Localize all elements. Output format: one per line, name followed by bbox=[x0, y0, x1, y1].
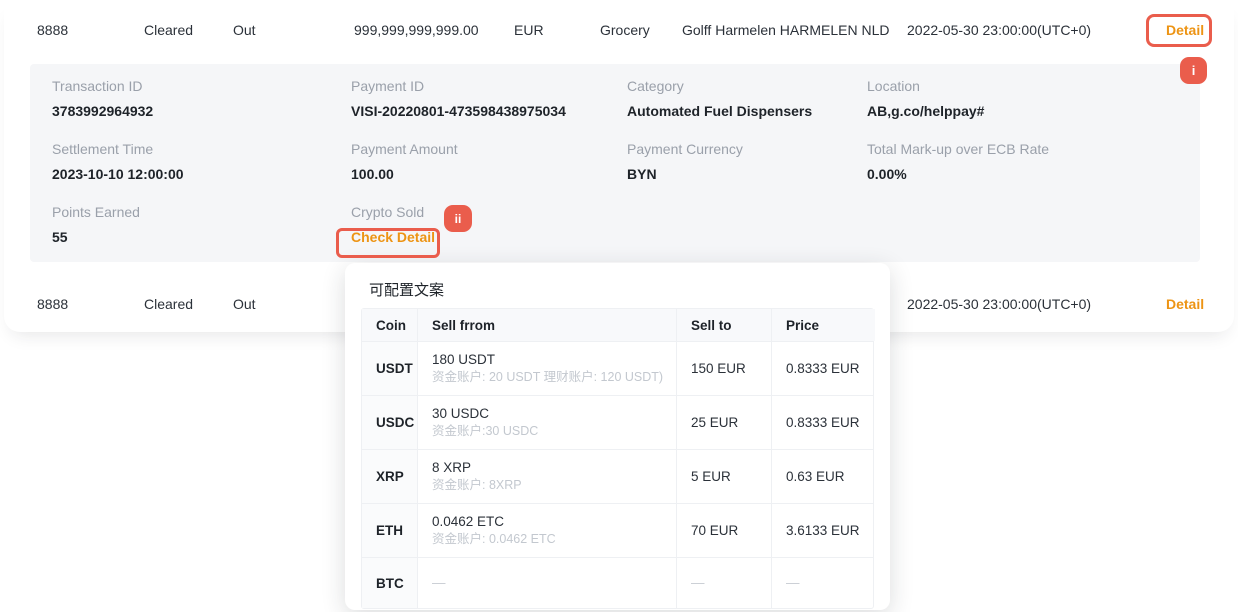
price-cell: 0.8333 EUR bbox=[772, 342, 875, 395]
sell-from-accounts: 资金账户:30 USDC bbox=[432, 423, 666, 440]
sell-from-amount: 180 USDT bbox=[432, 351, 666, 369]
coin-cell: ETH bbox=[362, 504, 418, 557]
field-points-earned: Points Earned 55 bbox=[52, 204, 140, 245]
table-row-usdt: USDT 180 USDT 资金账户: 20 USDT 理财账户: 120 US… bbox=[362, 342, 873, 396]
field-value: 55 bbox=[52, 229, 140, 245]
header-coin: Coin bbox=[362, 309, 418, 341]
annotation-badge-ii: ii bbox=[444, 205, 472, 232]
header-sell-from: Sell frrom bbox=[418, 309, 677, 341]
table-row-btc: BTC — — — bbox=[362, 558, 873, 608]
sell-to-cell: 25 EUR bbox=[677, 396, 772, 449]
category-cell: Grocery bbox=[600, 22, 650, 38]
field-category: Category Automated Fuel Dispensers bbox=[627, 78, 812, 119]
field-value: 3783992964932 bbox=[52, 103, 153, 119]
field-label: Points Earned bbox=[52, 204, 140, 220]
direction-cell: Out bbox=[233, 22, 256, 38]
field-transaction-id: Transaction ID 3783992964932 bbox=[52, 78, 153, 119]
field-value: 2023-10-10 12:00:00 bbox=[52, 166, 184, 182]
sell-from-amount: 8 XRP bbox=[432, 459, 666, 477]
annotation-badge-i: i bbox=[1180, 57, 1207, 84]
field-value: AB,g.co/helppay# bbox=[867, 103, 984, 119]
field-label: Payment Currency bbox=[627, 141, 743, 157]
price-cell: 0.63 EUR bbox=[772, 450, 875, 503]
detail-panel-row: Settlement Time 2023-10-10 12:00:00 Paym… bbox=[30, 141, 1200, 197]
field-total-markup: Total Mark-up over ECB Rate 0.00% bbox=[867, 141, 1049, 182]
status-cell: Cleared bbox=[144, 296, 193, 312]
sell-to-cell: 5 EUR bbox=[677, 450, 772, 503]
detail-link[interactable]: Detail bbox=[1166, 22, 1204, 38]
field-label: Transaction ID bbox=[52, 78, 153, 94]
field-label: Location bbox=[867, 78, 984, 94]
coin-cell: BTC bbox=[362, 558, 418, 608]
header-price: Price bbox=[772, 309, 875, 341]
merchant-cell: Golff Harmelen HARMELEN NLD bbox=[682, 22, 889, 38]
time-cell: 2022-05-30 23:00:00(UTC+0) bbox=[907, 22, 1091, 38]
crypto-sold-table: Coin Sell frrom Sell to Price USDT 180 U… bbox=[361, 308, 874, 609]
crypto-sold-popup: 可配置文案 Coin Sell frrom Sell to Price USDT… bbox=[345, 263, 890, 610]
field-label: Payment ID bbox=[351, 78, 566, 94]
header-sell-to: Sell to bbox=[677, 309, 772, 341]
coin-cell: XRP bbox=[362, 450, 418, 503]
field-value: Automated Fuel Dispensers bbox=[627, 103, 812, 119]
sell-to-cell: 150 EUR bbox=[677, 342, 772, 395]
time-cell: 2022-05-30 23:00:00(UTC+0) bbox=[907, 296, 1091, 312]
field-payment-id: Payment ID VISI-20220801-473598438975034 bbox=[351, 78, 566, 119]
direction-cell: Out bbox=[233, 296, 256, 312]
price-cell: — bbox=[772, 558, 875, 608]
field-label: Category bbox=[627, 78, 812, 94]
coin-cell: USDC bbox=[362, 396, 418, 449]
amount-cell: 999,999,999,999.00 bbox=[354, 22, 479, 38]
sell-from-accounts: 资金账户: 0.0462 ETC bbox=[432, 531, 666, 548]
field-label: Total Mark-up over ECB Rate bbox=[867, 141, 1049, 157]
currency-cell: EUR bbox=[514, 22, 544, 38]
field-crypto-sold: Crypto Sold Check Detail bbox=[351, 204, 435, 245]
field-value: BYN bbox=[627, 166, 743, 182]
sell-from-accounts: 资金账户: 20 USDT 理财账户: 120 USDT) bbox=[432, 369, 666, 386]
table-row-xrp: XRP 8 XRP 资金账户: 8XRP 5 EUR 0.63 EUR bbox=[362, 450, 873, 504]
field-label: Payment Amount bbox=[351, 141, 458, 157]
check-detail-link[interactable]: Check Detail bbox=[351, 229, 435, 245]
sell-to-cell: — bbox=[677, 558, 772, 608]
detail-panel-row: Transaction ID 3783992964932 Payment ID … bbox=[30, 78, 1200, 134]
card-number: 8888 bbox=[37, 296, 68, 312]
sell-to-cell: 70 EUR bbox=[677, 504, 772, 557]
sell-from-amount: 0.0462 ETC bbox=[432, 513, 666, 531]
field-label: Settlement Time bbox=[52, 141, 184, 157]
table-row-usdc: USDC 30 USDC 资金账户:30 USDC 25 EUR 0.8333 … bbox=[362, 396, 873, 450]
field-value: 100.00 bbox=[351, 166, 458, 182]
transactions-page: 8888 Cleared Out 999,999,999,999.00 EUR … bbox=[0, 0, 1238, 612]
table-header-row: Coin Sell frrom Sell to Price bbox=[362, 309, 873, 342]
detail-panel-row: Points Earned 55 Crypto Sold Check Detai… bbox=[30, 204, 1200, 260]
field-location: Location AB,g.co/helppay# bbox=[867, 78, 984, 119]
sell-from-cell: 0.0462 ETC 资金账户: 0.0462 ETC bbox=[418, 504, 677, 557]
status-cell: Cleared bbox=[144, 22, 193, 38]
sell-from-amount: 30 USDC bbox=[432, 405, 666, 423]
table-row-eth: ETH 0.0462 ETC 资金账户: 0.0462 ETC 70 EUR 3… bbox=[362, 504, 873, 558]
sell-from-amount: — bbox=[432, 574, 666, 592]
popup-title: 可配置文案 bbox=[369, 279, 444, 300]
field-value: VISI-20220801-473598438975034 bbox=[351, 103, 566, 119]
card-number: 8888 bbox=[37, 22, 68, 38]
sell-from-cell: — bbox=[418, 558, 677, 608]
field-label: Crypto Sold bbox=[351, 204, 435, 220]
field-value: 0.00% bbox=[867, 166, 1049, 182]
field-settlement-time: Settlement Time 2023-10-10 12:00:00 bbox=[52, 141, 184, 182]
price-cell: 0.8333 EUR bbox=[772, 396, 875, 449]
detail-link[interactable]: Detail bbox=[1166, 296, 1204, 312]
sell-from-accounts: 资金账户: 8XRP bbox=[432, 477, 666, 494]
price-cell: 3.6133 EUR bbox=[772, 504, 875, 557]
sell-from-cell: 30 USDC 资金账户:30 USDC bbox=[418, 396, 677, 449]
sell-from-cell: 8 XRP 资金账户: 8XRP bbox=[418, 450, 677, 503]
coin-cell: USDT bbox=[362, 342, 418, 395]
transaction-detail-panel: Transaction ID 3783992964932 Payment ID … bbox=[30, 64, 1200, 262]
sell-from-cell: 180 USDT 资金账户: 20 USDT 理财账户: 120 USDT) bbox=[418, 342, 677, 395]
transaction-row-1[interactable]: 8888 Cleared Out 999,999,999,999.00 EUR … bbox=[4, 0, 1234, 60]
field-payment-amount: Payment Amount 100.00 bbox=[351, 141, 458, 182]
field-payment-currency: Payment Currency BYN bbox=[627, 141, 743, 182]
